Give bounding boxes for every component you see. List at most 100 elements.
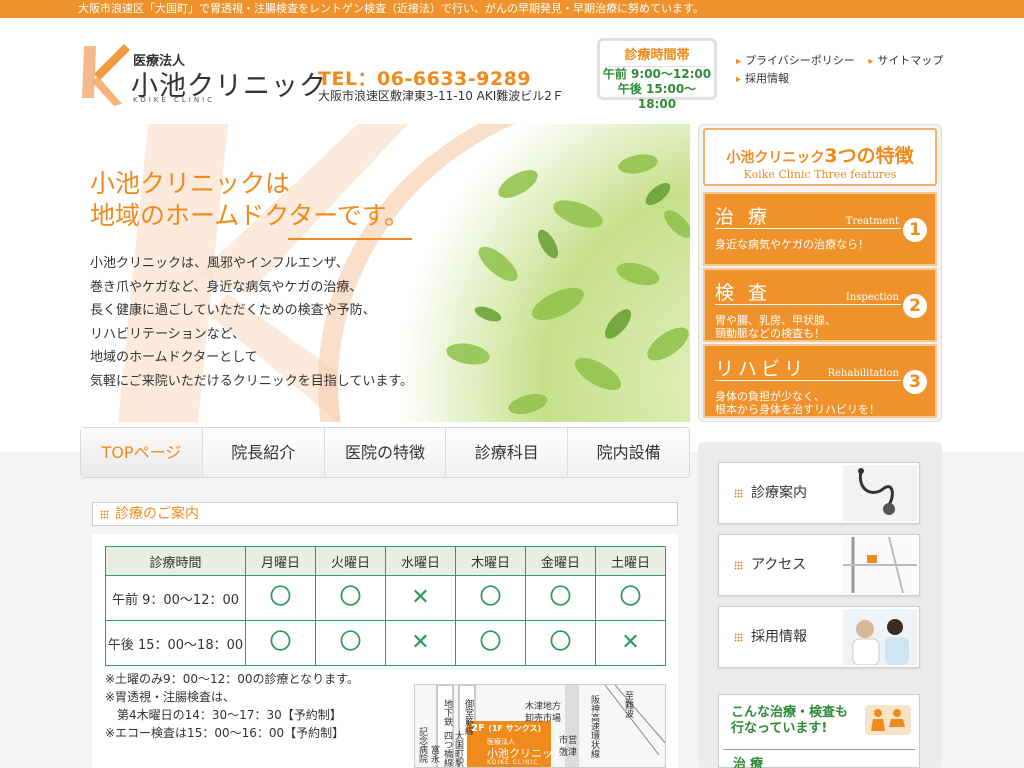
schedule-header-cell: 水曜日: [385, 546, 456, 576]
feature-desc-line: 身体の負担が少なく、: [715, 390, 825, 403]
schedule-note: ※土曜のみ9：00〜12：00の診療となります。: [105, 672, 359, 686]
side-card-label: アクセス: [751, 557, 807, 573]
features-heading-en: Koike Clinic Three features: [743, 168, 897, 181]
extra-treatments-title: こんな治療・検査も 行なっています!: [731, 705, 848, 737]
features-heading-prefix: 小池クリニック: [726, 150, 825, 166]
map-label: 地下鉄: [442, 699, 452, 726]
dots-icon: [734, 561, 743, 570]
extra-treatments-sub: 治療: [733, 757, 768, 768]
schedule-row-label: 午後 15：00〜18：00: [105, 620, 246, 666]
map-label: 至難波: [623, 691, 633, 718]
nav-departments[interactable]: 診療科目: [446, 428, 569, 477]
privacy-policy-link[interactable]: プライバシーポリシー: [736, 52, 855, 70]
top-announcement-text: 大阪市浪速区「大国町」で胃透視・注腸検査をレントゲン検査（近接法）で行い、がんの…: [78, 2, 704, 15]
feature-desc: 胃や腸、乳房、甲状腺、 頸動脈などの検査も！: [715, 314, 836, 340]
hours-title: 診療時間帯: [608, 44, 706, 67]
consultation-hours-box: 診療時間帯 午前 9:00〜12:00 午後 15:00〜18:00: [597, 38, 717, 111]
map-thumbnail-icon: [843, 537, 917, 593]
schedule-section-heading: 診療のご案内: [92, 502, 678, 526]
global-nav: TOPページ 院長紹介 医院の特徴 診療科目 院内設備: [80, 427, 690, 478]
open-mark: 〇: [479, 630, 502, 655]
schedule-mark: 〇: [245, 575, 316, 621]
schedule-header-cell: 月曜日: [245, 546, 316, 576]
hero-title-line1: 小池クリニックは: [90, 169, 291, 198]
hours-pm: 午後 15:00〜18:00: [617, 82, 697, 111]
schedule-mark: 〇: [315, 575, 386, 621]
table-row: 午前 9：00〜12：00 〇 〇 ✕ 〇 〇 〇: [105, 575, 666, 621]
side-card-access[interactable]: アクセス: [718, 534, 920, 596]
header-links: プライバシーポリシー サイトマップ 採用情報: [736, 52, 976, 88]
open-mark: 〇: [269, 585, 292, 610]
extra-treatments-line2: 行なっています!: [731, 721, 828, 736]
side-card-recruit[interactable]: 採用情報: [718, 606, 920, 668]
dots-icon: [734, 633, 743, 642]
sitemap-link[interactable]: サイトマップ: [868, 52, 943, 70]
schedule-mark: 〇: [455, 575, 526, 621]
schedule-mark: ✕: [385, 575, 456, 621]
map-label: 四つ橋線: [442, 731, 452, 767]
open-mark: 〇: [479, 585, 502, 610]
clinic-address: 大阪市浪速区敷津東3-11-10 AKI難波ビル2Ｆ: [318, 89, 564, 103]
nav-top[interactable]: TOPページ: [81, 428, 203, 477]
side-card-guide[interactable]: 診療案内: [718, 462, 920, 524]
closed-mark: ✕: [621, 630, 640, 655]
hero-banner: 小池クリニックは 地域のホームドクターです。 小池クリニックは、風邪やインフルエ…: [78, 124, 690, 422]
extra-treatments-line1: こんな治療・検査も: [731, 705, 849, 720]
feature-desc-line: 頸動脈などの検査も！: [715, 327, 825, 340]
hero-text-line: 長く健康に過ごしていただくための検査や予防、: [90, 303, 376, 318]
map-badge-floor: 2F (1F サンクス): [471, 723, 541, 734]
extra-treatments-box[interactable]: こんな治療・検査も 行なっています! 治療: [718, 694, 920, 768]
hero-title-line2: 地域のホームドクターです。: [90, 201, 410, 230]
nav-director[interactable]: 院長紹介: [203, 428, 325, 477]
extra-treatments-rule: [723, 749, 915, 750]
features-heading: 小池クリニック3つの特徴 Koike Clinic Three features: [703, 128, 937, 186]
schedule-heading-text: 診療のご案内: [115, 506, 199, 522]
schedule-mark: 〇: [525, 575, 596, 621]
closed-mark: ✕: [411, 630, 430, 655]
nav-facilities[interactable]: 院内設備: [568, 428, 689, 477]
map-badge-roman: KOIKE CLINIC: [487, 759, 539, 766]
map-label: 阪神高速環状線: [589, 695, 599, 758]
recruit-link[interactable]: 採用情報: [736, 70, 789, 88]
schedule-table: 診療時間 月曜日 火曜日 水曜日 木曜日 金曜日 土曜日 午前 9：00〜12：…: [105, 546, 666, 666]
closed-mark: ✕: [411, 585, 430, 610]
feature-en: Rehabilitation: [827, 368, 899, 379]
nav-features[interactable]: 医院の特徴: [325, 428, 447, 477]
feature-title: 検 査: [715, 282, 772, 304]
feature-number: 1: [903, 218, 927, 242]
schedule-header-row: 診療時間 月曜日 火曜日 水曜日 木曜日 金曜日 土曜日: [105, 546, 666, 576]
schedule-note: 第4木曜日の14：30〜17：30【予約制】: [105, 708, 342, 722]
feature-rule: [715, 228, 901, 229]
side-card-label: 診療案内: [751, 485, 807, 501]
open-mark: 〇: [339, 585, 362, 610]
schedule-mark: 〇: [245, 620, 316, 666]
feature-rule: [715, 380, 901, 381]
stethoscope-icon: [843, 465, 917, 521]
access-map[interactable]: 地下鉄 四つ橋線 大国町駅 御堂筋線 富永 記念病院 木津地方 卸売市場 阪神高…: [414, 684, 666, 768]
schedule-mark: 〇: [595, 575, 666, 621]
hero-description: 小池クリニックは、風邪やインフルエンザ、 巻き爪やケガなど、身近な病気やケガの治…: [90, 252, 413, 393]
hero-text-line: リハビリテーションなど、: [90, 326, 246, 342]
feature-treatment[interactable]: 治 療 Treatment 1 身近な病気やケガの治療なら！: [703, 192, 937, 266]
feature-desc: 身体の負担が少なく、 根本から身体を治すリハビリを！: [715, 390, 880, 416]
schedule-note: ※胃透視・注腸検査は、: [105, 690, 236, 704]
hours-am: 午前 9:00〜12:00: [602, 67, 712, 81]
map-label: 記念病院: [417, 727, 427, 763]
feature-desc-line: 身近な病気やケガの治療なら！: [715, 238, 869, 251]
features-heading-title: 小池クリニック3つの特徴: [705, 141, 935, 168]
feature-number: 2: [903, 294, 927, 318]
schedule-header-cell: 診療時間: [105, 546, 246, 576]
feature-en: Treatment: [845, 216, 899, 227]
open-mark: 〇: [619, 585, 642, 610]
feature-inspection[interactable]: 検 査 Inspection 2 胃や腸、乳房、甲状腺、 頸動脈などの検査も！: [703, 268, 937, 342]
schedule-mark: ✕: [385, 620, 456, 666]
feature-rehabilitation[interactable]: リハビリ Rehabilitation 3 身体の負担が少なく、 根本から身体を治…: [703, 344, 937, 418]
clinic-logo-icon[interactable]: [74, 38, 130, 108]
hero-title-underline: [288, 238, 412, 240]
schedule-mark: 〇: [315, 620, 386, 666]
feature-title: リハビリ: [715, 358, 808, 380]
map-badge-floor-text: 2F: [471, 723, 485, 734]
schedule-mark: 〇: [525, 620, 596, 666]
feature-number: 3: [903, 370, 927, 394]
feature-desc-line: 胃や腸、乳房、甲状腺、: [715, 314, 836, 327]
